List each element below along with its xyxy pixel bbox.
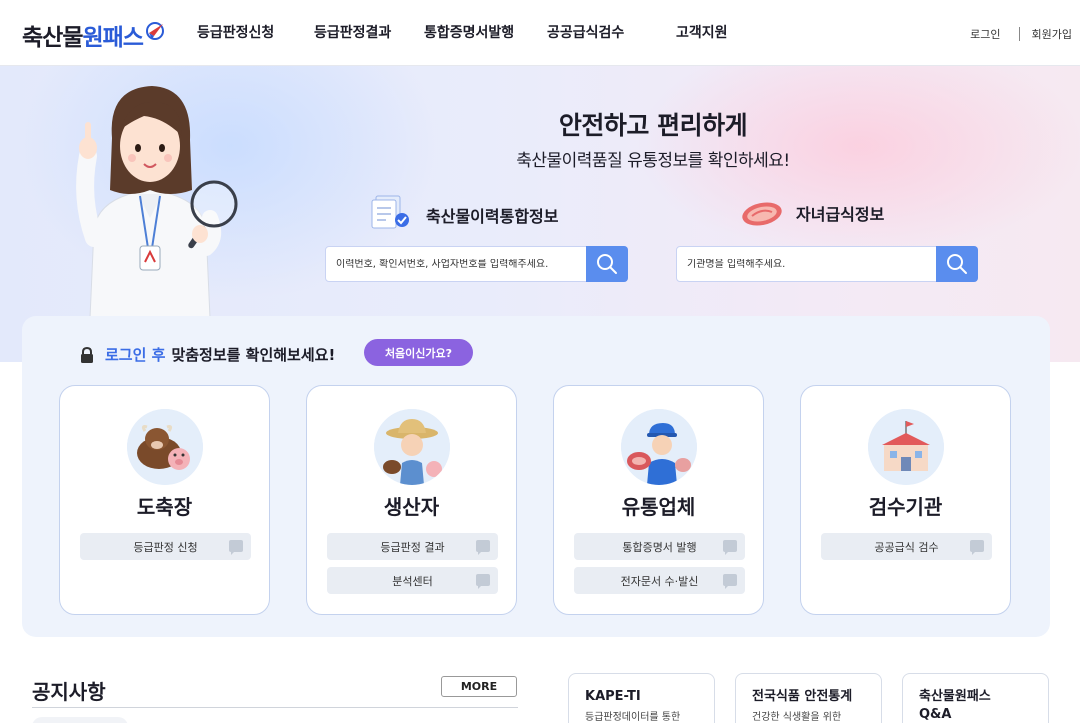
card-action-label: 전자문서 수·발신	[620, 574, 699, 588]
chat-bubble-icon	[476, 540, 490, 555]
quick-card-title-line1: 축산물원패스	[919, 689, 991, 704]
quick-card-qna[interactable]: 축산물원패스 Q&A	[902, 673, 1049, 723]
login-prompt-text: 맞춤정보를 확인해보세요!	[171, 346, 336, 364]
quick-card-kape-ti[interactable]: KAPE-TI 등급판정데이터를 통한	[568, 673, 715, 723]
history-search-box	[325, 246, 628, 282]
nav-grade-apply[interactable]: 등급판정신청	[197, 22, 314, 42]
nav-certificate[interactable]: 통합증명서발행	[424, 22, 547, 42]
logo-mark-icon	[145, 22, 164, 40]
school-building-icon	[868, 409, 944, 485]
card-action-label: 분석센터	[392, 574, 433, 588]
quick-card-title: 전국식품 안전통계	[752, 689, 853, 704]
card-title: 생산자	[383, 495, 440, 519]
card-inspection-agency[interactable]: 검수기관 공공급식 검수	[800, 385, 1011, 615]
chat-bubble-icon	[970, 540, 984, 555]
cattle-pig-icon	[127, 409, 203, 485]
card-slaughterhouse[interactable]: 도축장 등급판정 신청	[59, 385, 270, 615]
logo-text-suffix: 원패스	[82, 25, 143, 51]
card-action-label: 통합증명서 발행	[622, 540, 697, 554]
main-nav: 등급판정신청 등급판정결과 통합증명서발행 공공급식검수 고객지원	[197, 22, 728, 42]
card-distributor[interactable]: 유통업체 통합증명서 발행 전자문서 수·발신	[553, 385, 764, 615]
history-search-button[interactable]	[586, 246, 628, 282]
card-title: 검수기관	[868, 495, 943, 519]
quick-card-title-line2: Q&A	[919, 707, 952, 722]
hero-subtitle: 축산물이력품질 유통정보를 확인하세요!	[516, 151, 790, 171]
card-action-button[interactable]: 공공급식 검수	[821, 533, 992, 560]
quick-card-desc: 건강한 식생활을 위한	[752, 712, 842, 723]
school-meal-search-box	[676, 246, 978, 282]
notice-divider	[32, 707, 518, 708]
first-visit-button[interactable]: 처음이신가요?	[364, 339, 473, 366]
search-icon	[597, 254, 617, 274]
card-action-button[interactable]: 등급판정 신청	[80, 533, 251, 560]
school-meal-search-button[interactable]	[936, 246, 978, 282]
quick-card-title: KAPE-TI	[585, 689, 641, 704]
logo[interactable]: 축산물 원패스	[22, 18, 165, 52]
notice-more-button[interactable]: MORE	[441, 676, 517, 697]
login-link[interactable]: 로그인	[970, 26, 1000, 42]
util-divider	[1018, 27, 1020, 41]
farmer-icon	[374, 409, 450, 485]
card-title: 유통업체	[621, 495, 696, 519]
quick-card-food-safety-stats[interactable]: 전국식품 안전통계 건강한 식생활을 위한	[735, 673, 882, 723]
history-search-input[interactable]	[326, 258, 586, 270]
nav-public-meal-inspection[interactable]: 공공급식검수	[547, 22, 676, 42]
chat-bubble-icon	[723, 574, 737, 589]
nav-grade-result[interactable]: 등급판정결과	[314, 22, 424, 42]
chat-bubble-icon	[229, 540, 243, 555]
nav-customer-support[interactable]: 고객지원	[676, 22, 728, 42]
chat-bubble-icon	[476, 574, 490, 589]
login-prompt: 로그인 후 맞춤정보를 확인해보세요!	[80, 344, 335, 365]
signup-link[interactable]: 회원가입	[1032, 26, 1072, 42]
search-icon	[947, 254, 967, 274]
card-producer[interactable]: 생산자 등급판정 결과 분석센터	[306, 385, 517, 615]
history-search-title: 축산물이력통합정보	[426, 207, 559, 226]
school-meal-title: 자녀급식정보	[796, 205, 885, 224]
header: 축산물 원패스 등급판정신청 등급판정결과 통합증명서발행 공공급식검수 고객지원…	[0, 0, 1080, 66]
card-action-button[interactable]: 통합증명서 발행	[574, 533, 745, 560]
login-prompt-highlight[interactable]: 로그인 후	[105, 344, 165, 365]
card-action-button[interactable]: 분석센터	[327, 567, 498, 594]
hero-title: 안전하고 편리하게	[558, 111, 748, 140]
school-meal-heading: 자녀급식정보	[740, 198, 884, 228]
quick-card-desc: 등급판정데이터를 통한	[585, 712, 681, 723]
lock-icon	[81, 346, 93, 363]
meat-icon	[742, 202, 782, 226]
card-action-button[interactable]: 등급판정 결과	[327, 533, 498, 560]
notice-tab[interactable]	[32, 717, 128, 723]
document-check-icon	[371, 195, 409, 229]
card-action-label: 등급판정 결과	[380, 540, 445, 554]
card-action-label: 등급판정 신청	[133, 540, 198, 554]
history-search-heading: 축산물이력통합정보	[368, 192, 558, 232]
util-menu: 로그인 회원가입	[970, 26, 1072, 42]
card-title: 도축장	[136, 495, 193, 519]
chat-bubble-icon	[723, 540, 737, 555]
logo-text-prefix: 축산물	[22, 25, 83, 51]
card-action-label: 공공급식 검수	[874, 540, 939, 554]
card-action-button[interactable]: 전자문서 수·발신	[574, 567, 745, 594]
school-meal-search-input[interactable]	[677, 258, 936, 270]
notice-title: 공지사항	[32, 680, 106, 704]
guide-character-illustration	[76, 86, 238, 318]
distributor-worker-icon	[621, 409, 697, 485]
